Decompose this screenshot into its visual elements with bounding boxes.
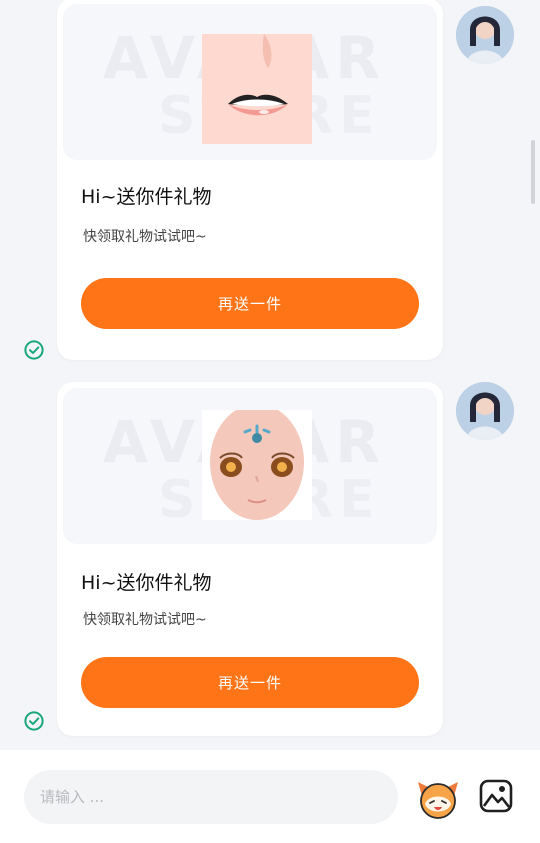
avatar[interactable] xyxy=(456,382,514,440)
send-another-button[interactable]: 再送一件 xyxy=(81,278,419,329)
gift-title: Hi~送你件礼物 xyxy=(81,186,212,208)
input-bar xyxy=(0,750,540,843)
send-another-button[interactable]: 再送一件 xyxy=(81,657,419,708)
check-circle-icon xyxy=(24,340,44,360)
gift-message: AVATARSTORE Hi~送你件礼物 快领取礼物试试吧~ 再送一件 xyxy=(0,0,540,360)
gift-card[interactable]: AVATARSTORE Hi~送你件礼物 快领取礼物试试吧~ 再送一件 xyxy=(57,0,443,360)
face-sticker-image xyxy=(202,410,312,520)
image-icon[interactable] xyxy=(478,778,514,814)
gift-subtitle: 快领取礼物试试吧~ xyxy=(83,229,207,245)
gift-preview: AVATARSTORE xyxy=(63,4,437,160)
gift-title: Hi~送你件礼物 xyxy=(81,572,212,594)
lips-sticker-image xyxy=(202,34,312,144)
gift-subtitle: 快领取礼物试试吧~ xyxy=(83,612,207,628)
chat-area: AVATARSTORE Hi~送你件礼物 快领取礼物试试吧~ 再送一件 xyxy=(0,0,540,750)
mascot-icon[interactable] xyxy=(414,774,462,822)
message-input[interactable] xyxy=(24,770,398,824)
gift-card[interactable]: AVATARSTORE xyxy=(57,382,443,736)
gift-message: AVATARSTORE xyxy=(0,376,540,736)
gift-preview: AVATARSTORE xyxy=(63,388,437,544)
avatar[interactable] xyxy=(456,6,514,64)
check-circle-icon xyxy=(24,711,44,731)
